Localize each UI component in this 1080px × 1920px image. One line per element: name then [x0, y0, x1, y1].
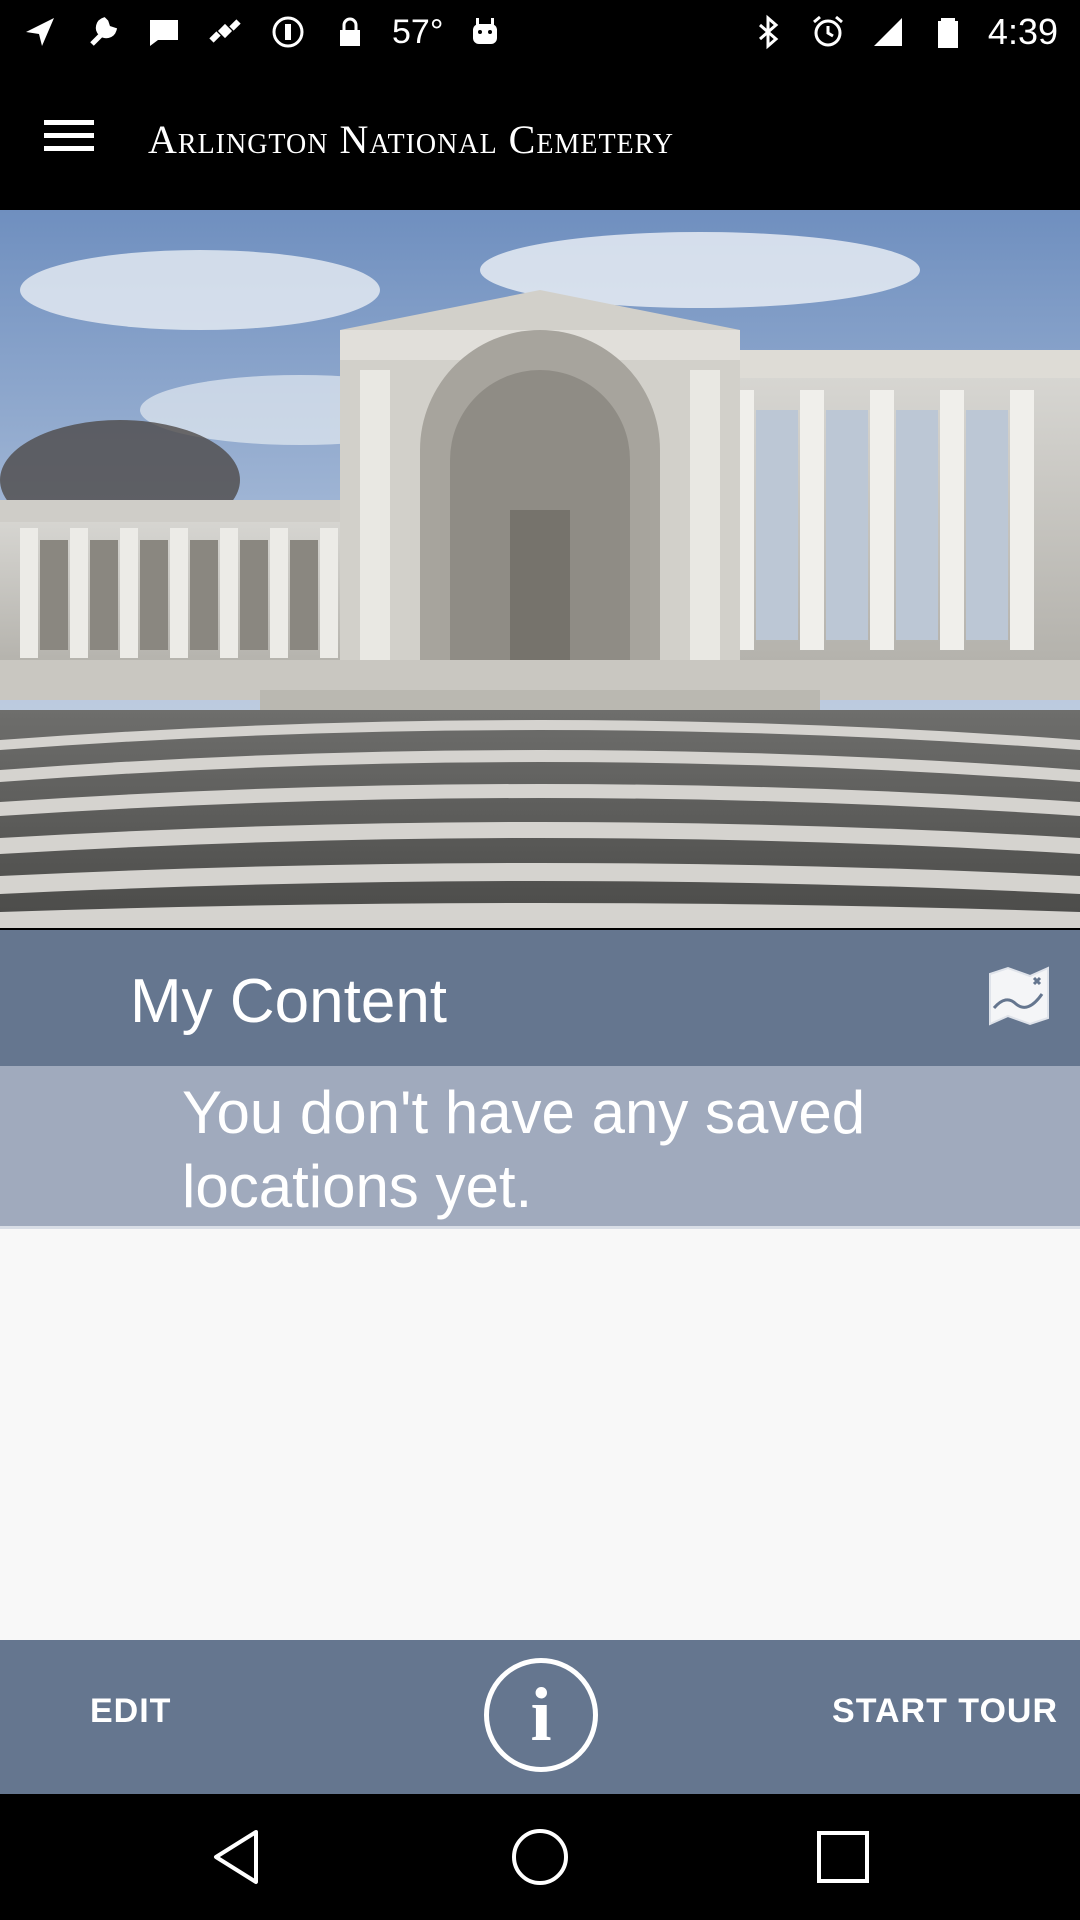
empty-state-banner: You don't have any saved locations yet.	[0, 1066, 1080, 1226]
lock-icon	[330, 12, 370, 52]
empty-state-message: You don't have any saved locations yet.	[182, 1079, 866, 1220]
saved-locations-list	[0, 1226, 1080, 1640]
hero-image	[0, 210, 1080, 928]
temperature-text: 57°	[392, 12, 444, 51]
battery-icon	[928, 12, 968, 52]
my-content-header: My Content	[0, 930, 1080, 1066]
app-title: Arlington National Cemetery	[148, 117, 675, 162]
bluetooth-icon	[748, 12, 788, 52]
system-nav-bar	[0, 1794, 1080, 1920]
blocked-icon	[268, 12, 308, 52]
alarm-icon	[808, 12, 848, 52]
navigation-icon	[20, 12, 60, 52]
satellite-icon	[206, 12, 246, 52]
my-content-title: My Content	[130, 967, 448, 1036]
hamburger-menu-icon[interactable]	[44, 112, 100, 162]
back-icon[interactable]	[204, 1824, 270, 1890]
status-bar-right: 4:39	[748, 8, 1058, 56]
map-icon[interactable]	[986, 964, 1052, 1028]
recents-icon[interactable]	[810, 1824, 876, 1890]
wrench-icon	[82, 12, 122, 52]
status-bar: 57° 4:39	[0, 0, 1080, 64]
info-icon[interactable]: i	[484, 1658, 598, 1772]
app-bar: Arlington National Cemetery	[0, 64, 1080, 210]
status-bar-left: 57°	[20, 8, 505, 56]
start-tour-button[interactable]: START TOUR	[832, 1692, 1058, 1731]
home-icon[interactable]	[507, 1824, 573, 1890]
signal-icon	[868, 12, 908, 52]
clock-text: 4:39	[987, 11, 1058, 52]
chat-icon	[144, 12, 184, 52]
bottom-toolbar: EDIT i START TOUR	[0, 1640, 1080, 1794]
android-icon	[465, 12, 505, 52]
edit-button[interactable]: EDIT	[90, 1692, 171, 1731]
